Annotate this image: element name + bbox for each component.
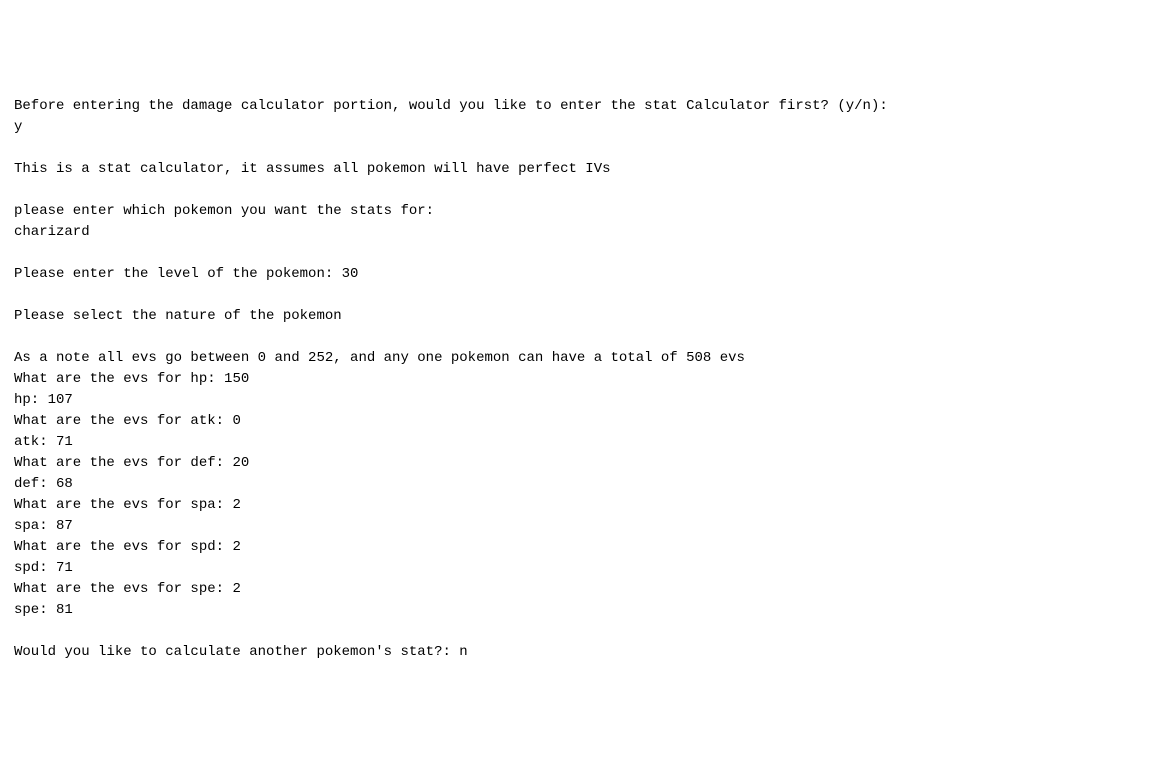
result-spe: spe: 81 [14,600,1144,621]
prompt-spd-ev: What are the evs for spd: [14,539,232,555]
blank-line [14,180,1144,201]
input-stat-calc: y [14,117,1144,138]
prompt-nature: Please select the nature of the pokemon [14,306,1144,327]
result-atk: atk: 71 [14,432,1144,453]
prompt-pokemon: please enter which pokemon you want the … [14,201,1144,222]
intro-text: This is a stat calculator, it assumes al… [14,159,1144,180]
result-def: def: 68 [14,474,1144,495]
blank-line [14,327,1144,348]
prompt-stat-calc: Before entering the damage calculator po… [14,96,1144,117]
prompt-level: Please enter the level of the pokemon: [14,266,342,282]
blank-line [14,138,1144,159]
input-level: 30 [342,266,359,282]
input-again: n [459,644,467,660]
input-spe-ev: 2 [232,581,240,597]
result-hp: hp: 107 [14,390,1144,411]
prompt-def-ev: What are the evs for def: [14,455,232,471]
input-spd-ev: 2 [232,539,240,555]
terminal-output[interactable]: Before entering the damage calculator po… [14,96,1144,663]
prompt-spe-ev: What are the evs for spe: [14,581,232,597]
input-hp-ev: 150 [224,371,249,387]
prompt-atk-ev: What are the evs for atk: [14,413,232,429]
ev-note: As a note all evs go between 0 and 252, … [14,348,1144,369]
prompt-hp-ev: What are the evs for hp: [14,371,224,387]
result-spd: spd: 71 [14,558,1144,579]
prompt-again: Would you like to calculate another poke… [14,644,459,660]
result-spa: spa: 87 [14,516,1144,537]
blank-line [14,243,1144,264]
input-spa-ev: 2 [232,497,240,513]
prompt-spa-ev: What are the evs for spa: [14,497,232,513]
input-pokemon: charizard [14,222,1144,243]
blank-line [14,621,1144,642]
blank-line [14,285,1144,306]
input-def-ev: 20 [232,455,249,471]
input-atk-ev: 0 [232,413,240,429]
